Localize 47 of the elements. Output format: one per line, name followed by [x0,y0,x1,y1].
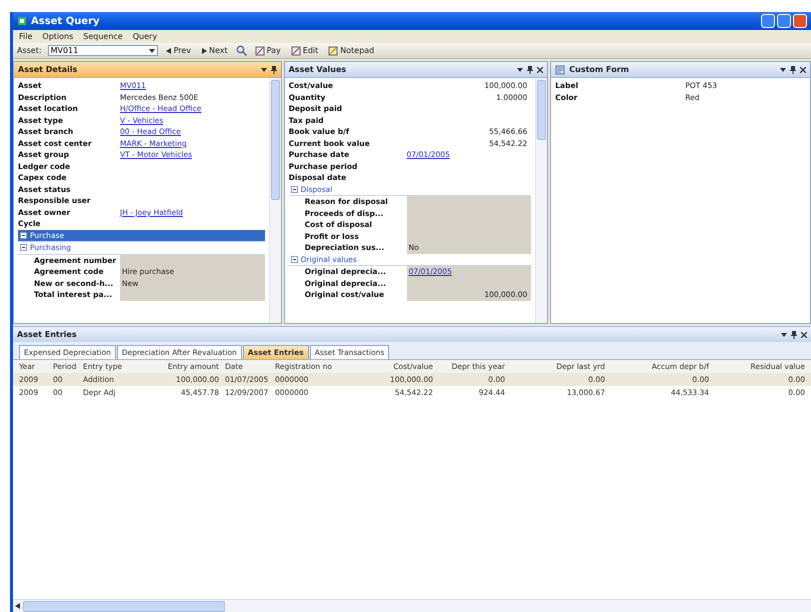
close-icon [537,66,544,72]
pin-icon [790,66,796,74]
toolbar-button[interactable]: Notepad [326,44,376,57]
dropdown-icon [517,66,524,72]
pin-icon [270,66,277,74]
menu-item[interactable]: Options [42,32,74,41]
scrollbar[interactable] [13,599,811,612]
scrollbar[interactable] [535,78,548,323]
dropdown-icon [260,66,267,72]
collapse-icon[interactable] [290,256,298,263]
minimize-button[interactable] [761,14,775,28]
pin-icon [527,66,534,74]
document-icon [254,46,265,56]
left-arrow-icon [166,48,172,54]
maximize-button[interactable] [777,14,791,28]
close-button[interactable] [793,14,807,28]
panel-title: Asset Entries [17,330,77,339]
collapse-icon[interactable] [20,232,27,239]
menu-item[interactable]: Query [132,32,158,41]
toolbar-button[interactable]: Pay [252,44,283,57]
prev-button[interactable]: Prev [164,44,194,57]
collapse-icon[interactable] [290,186,298,193]
panel-title: Asset Details [18,65,78,74]
form-icon [555,64,566,74]
dropdown-icon [781,332,787,338]
asset-combo[interactable]: MV011 [48,45,158,56]
menu-item[interactable]: File [19,32,32,41]
menu-item[interactable]: Sequence [83,32,123,41]
right-arrow-icon [201,48,208,54]
search-icon[interactable] [236,45,247,56]
asset-label: Asset: [17,46,42,55]
next-button[interactable]: Next [199,44,230,57]
toolbar-button[interactable]: Edit [288,44,320,57]
pin-icon [791,330,797,338]
scrollbar[interactable] [268,78,281,323]
window-title: Asset Query [31,16,100,26]
close-icon [801,332,807,338]
document-icon [290,46,301,56]
app-icon [17,16,27,26]
dropdown-icon [780,66,786,72]
collapse-icon[interactable] [20,244,27,252]
close-icon [800,66,806,72]
panel-title: Asset Values [288,65,346,74]
panel-title: Custom Form [569,65,629,74]
dropdown-icon [148,48,155,54]
left-arrow-icon [15,603,21,609]
notepad-icon [328,46,338,56]
